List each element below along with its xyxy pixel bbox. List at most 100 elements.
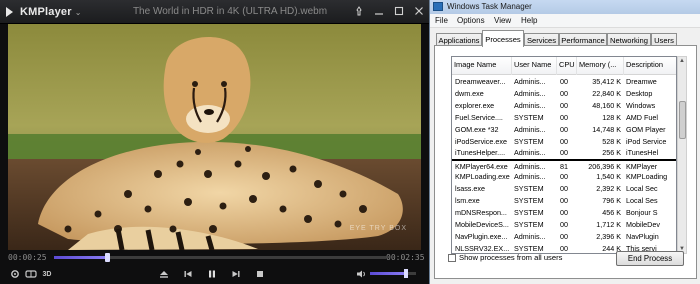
checkbox-icon[interactable]	[448, 254, 456, 262]
cell-description: AMD Fuel	[626, 112, 658, 122]
video-watermark: EYE TRY BOX	[349, 225, 407, 232]
table-row[interactable]: iPodService.exe SYSTEM 00 528 K iPod Service	[452, 136, 676, 147]
task-manager-titlebar[interactable]: Windows Task Manager	[430, 0, 700, 14]
table-row[interactable]: explorer.exe Adminis... 00 48,160 K Windows	[452, 100, 676, 111]
cell-cpu: 00	[560, 196, 568, 205]
column-image-name[interactable]: Image Name	[452, 57, 512, 75]
cell-memory: 48,160 K	[592, 100, 621, 110]
vr-glasses-icon[interactable]	[24, 268, 38, 280]
tab-strip: Applications Processes Services Performa…	[430, 30, 700, 47]
cheetah-video-image	[8, 24, 421, 250]
cell-cpu: 81	[560, 162, 568, 172]
cell-memory: 35,412 K	[592, 77, 621, 86]
processes-panel: Image Name User Name CPU Memory (... Des…	[434, 45, 697, 279]
table-row[interactable]: mDNSRespon... SYSTEM 00 456 K Bonjour S	[452, 207, 676, 218]
cell-memory: 2,392 K	[596, 184, 621, 194]
menu-options[interactable]: Options	[457, 16, 485, 25]
table-row[interactable]: iTunesHelper.... Adminis... 00 256 K iTunesH…	[452, 147, 676, 158]
table-row[interactable]: GOM.exe *32 Adminis... 00 14,748 K GOM Playe…	[452, 124, 676, 135]
kmplayer-menu-button[interactable]: KMPlayer ⌄	[4, 5, 81, 19]
cell-description: Desktop	[626, 88, 653, 98]
cell-image-name: lsass.exe	[455, 184, 485, 194]
3d-icon[interactable]: 3D	[40, 268, 54, 280]
pause-icon[interactable]	[205, 268, 219, 280]
cell-user-name: Adminis...	[514, 77, 546, 86]
cell-memory: 796 K	[602, 196, 621, 205]
pin-icon[interactable]	[351, 4, 367, 18]
seek-bar[interactable]	[54, 253, 386, 262]
table-row[interactable]: lsm.exe SYSTEM 00 796 K Local Ses	[452, 195, 676, 206]
window-title: Windows Task Manager	[447, 2, 532, 11]
table-row[interactable]: lsass.exe SYSTEM 00 2,392 K Local Sec	[452, 183, 676, 194]
cell-cpu: 00	[560, 207, 568, 217]
cell-cpu: 00	[560, 231, 568, 241]
column-user-name[interactable]: User Name	[512, 57, 557, 75]
cell-memory: 206,396 K	[588, 162, 621, 172]
end-process-button[interactable]: End Process	[616, 251, 684, 266]
volume-slider[interactable]	[370, 269, 416, 278]
volume-icon[interactable]	[354, 268, 368, 280]
table-row[interactable]: MobileDeviceS... SYSTEM 00 1,712 K MobileDev	[452, 219, 676, 230]
settings-icon[interactable]	[8, 268, 22, 280]
cell-image-name: Dreamweaver...	[455, 77, 506, 86]
video-frame[interactable]: EYE TRY BOX	[8, 24, 421, 250]
tab-processes[interactable]: Processes	[482, 30, 524, 47]
cell-description: MobileDev	[626, 219, 660, 229]
column-cpu[interactable]: CPU	[557, 57, 577, 75]
menu-help[interactable]: Help	[521, 16, 537, 25]
table-row[interactable]: dwm.exe Adminis... 00 22,840 K Desktop	[452, 88, 676, 99]
maximize-icon[interactable]	[391, 4, 407, 18]
eject-icon[interactable]	[157, 268, 171, 280]
show-all-users-label: Show processes from all users	[459, 253, 563, 262]
table-row[interactable]: Dreamweaver... Adminis... 00 35,412 K Dreamw…	[452, 76, 676, 87]
cell-user-name: SYSTEM	[514, 112, 544, 122]
stop-icon[interactable]	[253, 268, 267, 280]
cell-memory: 456 K	[602, 207, 621, 217]
table-row[interactable]: KMPLoading.exe Adminis... 00 1,540 K KMPLoad…	[452, 171, 676, 182]
column-memory[interactable]: Memory (...	[577, 57, 624, 75]
vertical-scrollbar[interactable]: ▲ ▼	[677, 56, 687, 254]
close-icon[interactable]	[411, 4, 427, 18]
cell-description: iTunesHel	[626, 148, 659, 158]
cell-memory: 1,712 K	[596, 219, 621, 229]
cell-user-name: SYSTEM	[514, 184, 544, 194]
scroll-up-icon[interactable]: ▲	[678, 57, 686, 65]
cell-cpu: 00	[560, 100, 568, 110]
cell-image-name: Fuel.Service....	[455, 112, 503, 122]
process-list[interactable]: Image Name User Name CPU Memory (... Des…	[451, 56, 677, 254]
cell-cpu: 00	[560, 184, 568, 194]
kmplayer-titlebar[interactable]: KMPlayer ⌄ The World in HDR in 4K (ULTRA…	[0, 0, 429, 24]
cell-image-name: dwm.exe	[455, 88, 484, 98]
chevron-down-icon: ⌄	[74, 7, 82, 17]
menu-view[interactable]: View	[494, 16, 511, 25]
table-row[interactable]: NavPlugin.exe... Adminis... 00 2,396 K NavPl…	[452, 231, 676, 242]
menu-file[interactable]: File	[435, 16, 448, 25]
table-row[interactable]: Fuel.Service.... SYSTEM 00 128 K AMD Fuel	[452, 112, 676, 123]
cell-cpu: 00	[560, 172, 568, 182]
cell-memory: 256 K	[602, 148, 621, 158]
previous-icon[interactable]	[181, 268, 195, 280]
cell-user-name: Adminis...	[514, 162, 546, 172]
cell-memory: 22,840 K	[592, 88, 621, 98]
column-description[interactable]: Description	[624, 57, 676, 75]
cell-user-name: SYSTEM	[514, 207, 544, 217]
cell-user-name: Adminis...	[514, 231, 546, 241]
minimize-icon[interactable]	[371, 4, 387, 18]
cell-user-name: SYSTEM	[514, 243, 544, 253]
cell-user-name: SYSTEM	[514, 219, 544, 229]
cell-image-name: iTunesHelper....	[455, 148, 506, 158]
cell-image-name: lsm.exe	[455, 196, 480, 205]
table-row[interactable]: KMPlayer64.exe Adminis... 81 206,396 K KMPla…	[452, 159, 676, 172]
cell-description: Local Sec	[626, 184, 658, 194]
menu-bar: File Options View Help	[430, 14, 700, 28]
scroll-thumb[interactable]	[679, 101, 686, 139]
seek-handle[interactable]	[105, 253, 111, 262]
elapsed-time: 00:00:25	[8, 253, 47, 262]
volume-handle[interactable]	[403, 269, 408, 278]
cell-memory: 128 K	[602, 112, 621, 122]
cell-user-name: SYSTEM	[514, 136, 544, 146]
cell-image-name: mDNSRespon...	[455, 207, 507, 217]
next-icon[interactable]	[229, 268, 243, 280]
cell-memory: 2,396 K	[596, 231, 621, 241]
cell-user-name: Adminis...	[514, 148, 546, 158]
